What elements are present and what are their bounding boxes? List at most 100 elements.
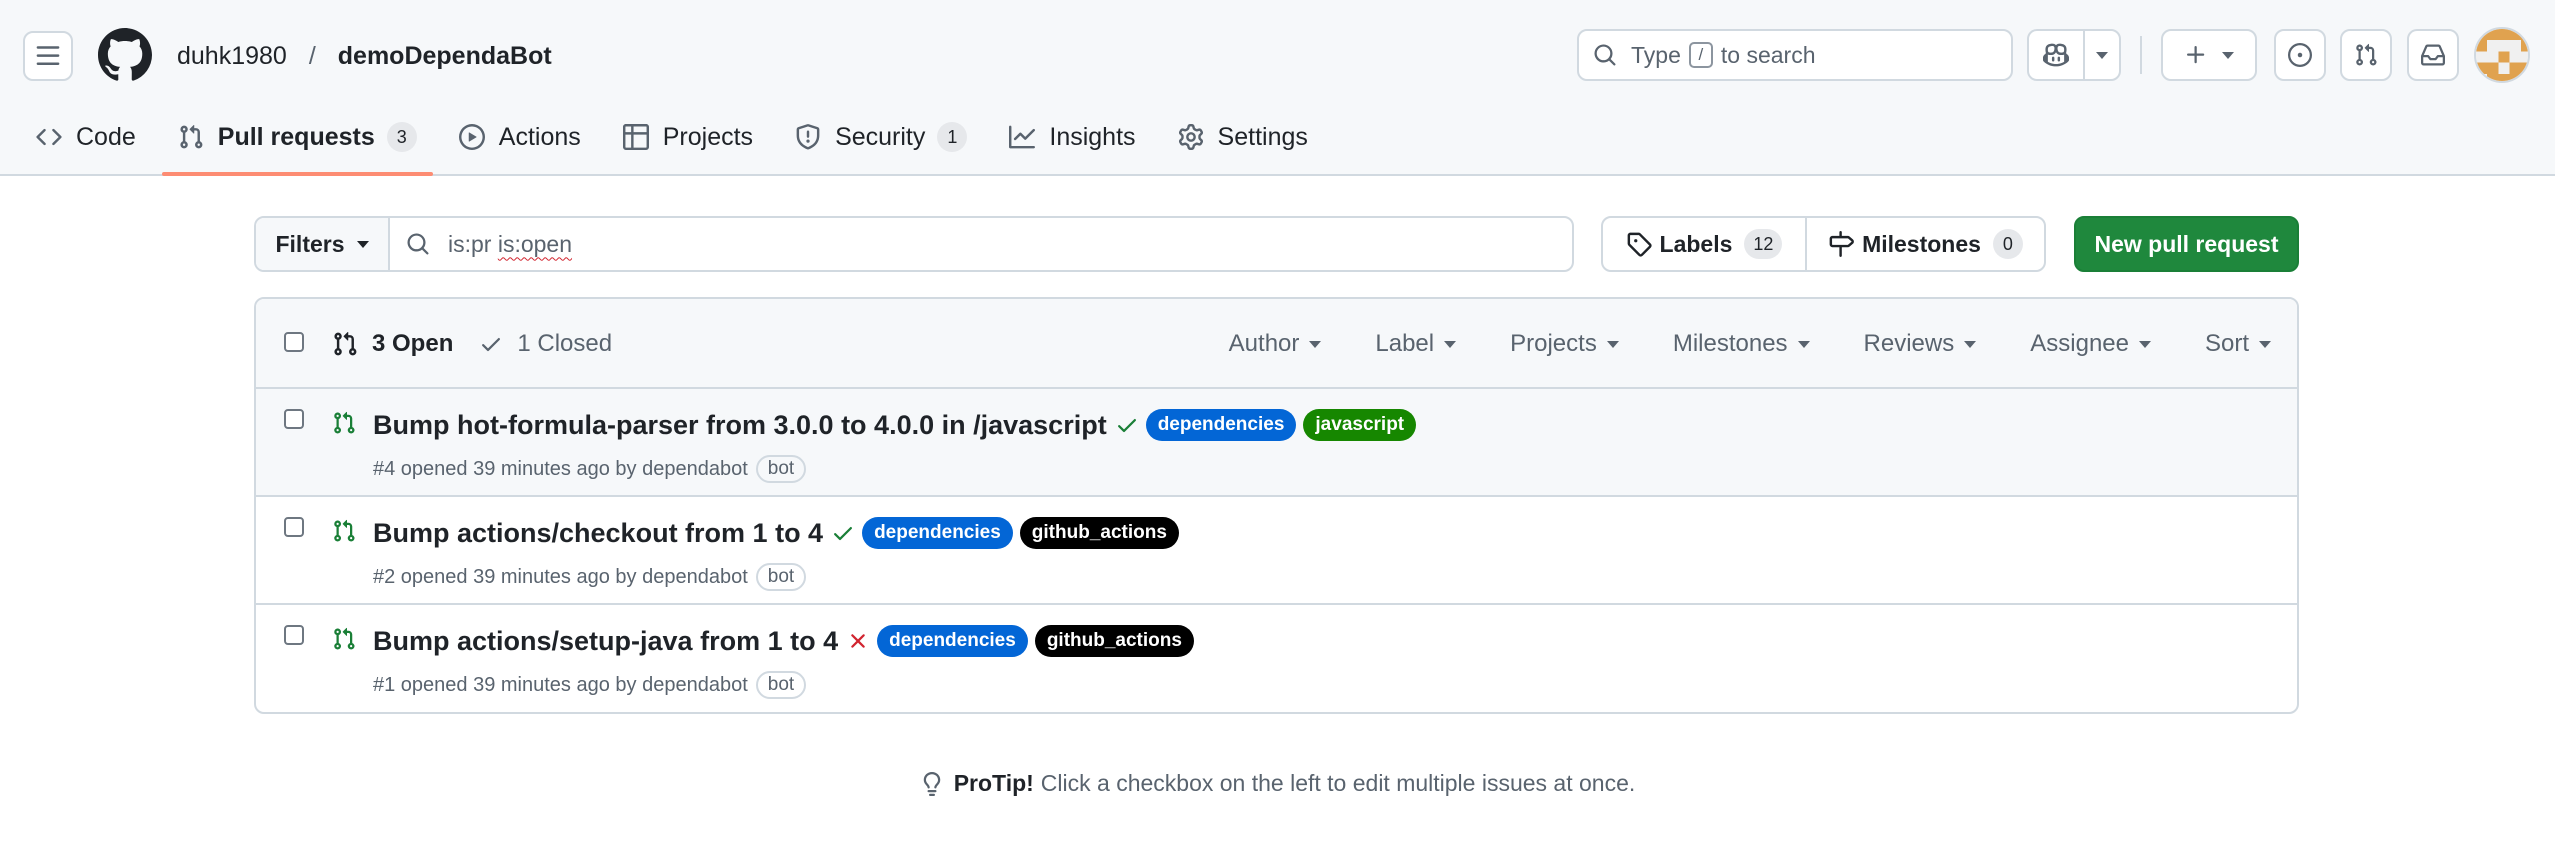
label-dependencies[interactable]: dependencies (862, 517, 1013, 549)
pr-title-link[interactable]: Bump hot-formula-parser from 3.0.0 to 4.… (373, 410, 1107, 441)
check-icon (1117, 419, 1136, 433)
new-pull-request-button[interactable]: New pull request (2074, 216, 2299, 272)
label-github-actions[interactable]: github_actions (1019, 517, 1179, 549)
search-icon (407, 233, 429, 255)
copilot-dropdown-toggle[interactable] (2085, 51, 2119, 59)
tab-code[interactable]: Code (20, 110, 152, 164)
chevron-down-icon (1309, 340, 1322, 348)
tab-label: Code (76, 122, 136, 151)
label-filter[interactable]: Label (1375, 330, 1457, 358)
milestones-button[interactable]: Milestones 0 (1807, 218, 2044, 270)
check-status-success[interactable] (1115, 413, 1139, 437)
chevron-down-icon (2096, 51, 2108, 59)
filter-bar: Filters is:pr is:open (254, 216, 1574, 272)
pull-request-row[interactable]: Bump actions/setup-java from 1 to 4 depe… (256, 605, 2297, 712)
protip-title: ProTip! (953, 770, 1034, 796)
chevron-down-icon (1606, 340, 1619, 348)
pr-meta: #2 opened 39 minutes ago by dependabot b… (373, 563, 807, 591)
breadcrumb: duhk1980 / demoDependaBot (177, 38, 552, 74)
tab-security[interactable]: Security 1 (779, 110, 983, 164)
labels-button[interactable]: Labels 12 (1603, 218, 1807, 270)
github-logo-icon[interactable] (98, 28, 152, 82)
assignee-filter[interactable]: Assignee (2030, 330, 2151, 358)
code-icon (36, 128, 62, 146)
chevron-down-icon (2222, 51, 2234, 59)
chevron-down-icon (1964, 340, 1977, 348)
closed-filter-link[interactable]: 1 Closed (479, 330, 612, 358)
filter-label: Projects (1510, 330, 1597, 357)
repo-name-link[interactable]: demoDependaBot (338, 42, 552, 71)
chevron-down-icon (1797, 340, 1810, 348)
tab-label: Insights (1049, 122, 1136, 151)
plus-icon (2187, 46, 2205, 64)
labels-counter: 12 (1744, 229, 1783, 259)
filter-search-input[interactable]: is:pr is:open (390, 218, 1572, 270)
tab-label: Security (835, 122, 926, 151)
tab-counter: 1 (937, 122, 968, 152)
play-icon (458, 124, 485, 150)
issues-button[interactable] (2274, 29, 2326, 81)
tab-insights[interactable]: Insights (993, 110, 1151, 164)
check-status-failure[interactable] (846, 629, 870, 653)
git-pull-request-icon (180, 124, 203, 149)
tab-label: Settings (1217, 122, 1308, 151)
label-github-actions[interactable]: github_actions (1034, 625, 1194, 657)
label-dependencies[interactable]: dependencies (1145, 409, 1297, 441)
repo-tabs: Code Pull requests 3 Actions Projects Se… (20, 110, 1334, 176)
label-dependencies[interactable]: dependencies (877, 625, 1028, 657)
tab-settings[interactable]: Settings (1162, 110, 1324, 164)
protip: ProTip! Click a checkbox on the left to … (0, 770, 2555, 797)
menu-button[interactable] (23, 31, 73, 81)
author-filter[interactable]: Author (1229, 330, 1322, 358)
create-new-button[interactable] (2161, 29, 2257, 81)
bot-badge: bot (755, 671, 807, 699)
copilot-button[interactable] (2027, 29, 2121, 81)
git-pull-request-open-icon (334, 519, 355, 542)
pr-title-line: Bump actions/checkout from 1 to 4 depend… (373, 515, 1179, 551)
tab-actions[interactable]: Actions (443, 110, 597, 164)
select-all-checkbox[interactable] (284, 332, 304, 352)
chevron-down-icon (356, 240, 369, 248)
pull-request-row[interactable]: Bump hot-formula-parser from 3.0.0 to 4.… (256, 389, 2297, 497)
projects-filter[interactable]: Projects (1510, 330, 1619, 358)
inbox-icon (2421, 44, 2445, 66)
x-icon (851, 634, 865, 648)
tab-label: Projects (662, 122, 754, 151)
pull-requests-button[interactable] (2340, 29, 2392, 81)
row-checkbox[interactable] (284, 409, 304, 429)
reviews-filter[interactable]: Reviews (1864, 330, 1977, 358)
closed-count-label: 1 Closed (517, 330, 613, 357)
repo-owner-link[interactable]: duhk1980 (177, 42, 287, 71)
open-count-label: 3 Open (372, 330, 454, 357)
bot-badge: bot (755, 455, 807, 483)
pull-request-list: 3 Open 1 Closed Author Label Projects Mi… (254, 297, 2299, 714)
global-search-input[interactable]: Type / to search (1577, 29, 2013, 81)
hamburger-icon (36, 46, 60, 65)
tab-projects[interactable]: Projects (607, 110, 769, 164)
sort-filter[interactable]: Sort (2205, 330, 2271, 358)
milestones-label: Milestones (1862, 230, 1981, 257)
copilot-icon (2043, 43, 2069, 67)
pr-title-link[interactable]: Bump actions/setup-java from 1 to 4 (373, 626, 838, 657)
pull-request-row[interactable]: Bump actions/checkout from 1 to 4 depend… (256, 497, 2297, 605)
check-status-success[interactable] (831, 521, 855, 545)
filter-label: Assignee (2030, 330, 2129, 357)
state-toggle: 3 Open 1 Closed (332, 299, 612, 389)
pr-meta-text: #4 opened 39 minutes ago by dependabot (373, 457, 748, 480)
check-icon (482, 338, 501, 352)
row-checkbox[interactable] (284, 625, 304, 645)
user-avatar[interactable] (2474, 27, 2530, 83)
breadcrumb-separator: / (308, 41, 316, 70)
row-checkbox[interactable] (284, 517, 304, 537)
milestones-filter[interactable]: Milestones (1673, 330, 1810, 358)
tab-pull-requests[interactable]: Pull requests 3 (161, 110, 433, 176)
inbox-button[interactable] (2407, 29, 2459, 81)
label-javascript[interactable]: javascript (1303, 409, 1417, 441)
open-filter-link[interactable]: 3 Open (332, 330, 453, 358)
pr-title-link[interactable]: Bump actions/checkout from 1 to 4 (373, 518, 823, 549)
bot-badge: bot (755, 563, 807, 591)
tab-label: Actions (498, 122, 581, 151)
graph-icon (1009, 125, 1036, 149)
filter-label: Author (1228, 330, 1300, 357)
filters-dropdown-button[interactable]: Filters (256, 218, 390, 270)
